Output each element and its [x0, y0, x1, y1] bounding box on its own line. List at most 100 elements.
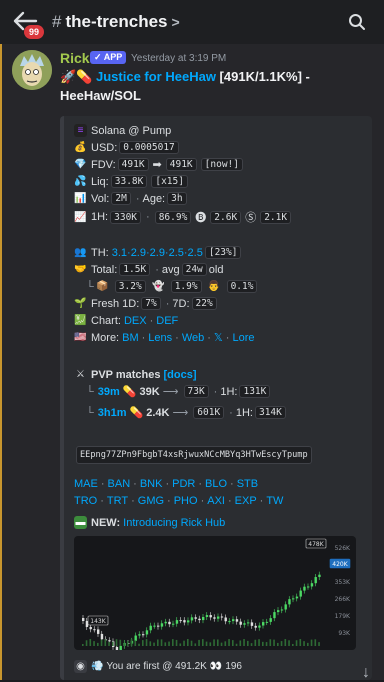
- candle-body: [157, 625, 160, 627]
- arrow-icon: ⟶: [172, 407, 189, 419]
- contract-line: EEpng77ZPn9FbgbT4xsRjwuxNCcMBYq3HTwEscyT…: [74, 446, 314, 464]
- timestamp: Yesterday at 3:19 PM: [131, 53, 227, 64]
- more-links-line: 🇺🇸 More: BM · Lens · Web · 𝕏 · Lore: [74, 331, 255, 345]
- x-link[interactable]: 𝕏: [214, 331, 223, 344]
- dash-icon: 💨: [91, 661, 104, 672]
- candle-body: [168, 621, 171, 625]
- bot-link-tw[interactable]: TW: [266, 495, 283, 507]
- holders-line: └ 📦 3.2% 👻 1.9% 👨 0.1%: [86, 280, 259, 293]
- message-headline: 🚀💊 Justice for HeeHaw [491K/1.1K%] - Hee…: [60, 67, 372, 105]
- bot-link-gmg[interactable]: GMG: [138, 495, 164, 507]
- fdv-from: 491K: [117, 158, 149, 171]
- volume-bar: [85, 640, 88, 646]
- candle-body: [269, 618, 272, 622]
- pvp-ath: 601K: [193, 406, 225, 419]
- candle-body: [239, 621, 242, 625]
- pvp-fdv: 2.4K: [146, 406, 170, 419]
- bot-link-pdr[interactable]: PDR: [172, 478, 195, 490]
- candle-body: [273, 612, 276, 619]
- volume-bar: [277, 642, 279, 646]
- token-link[interactable]: Justice for HeeHaw: [96, 69, 216, 84]
- volume-bar: [82, 644, 84, 646]
- viewer-count: 196: [225, 661, 242, 672]
- fresh7-label: 7D:: [172, 297, 190, 310]
- mention-accent-bar: [0, 44, 2, 680]
- volume-bar: [149, 641, 152, 646]
- dex-link[interactable]: DEX: [124, 315, 147, 327]
- avg-suffix: old: [208, 263, 224, 276]
- volume-bar: [100, 639, 103, 646]
- bot-link-pho[interactable]: PHO: [174, 495, 198, 507]
- web-link[interactable]: Web: [182, 332, 204, 344]
- pvp-age-link[interactable]: 39m: [98, 386, 120, 398]
- bot-link-bnk[interactable]: BNK: [140, 478, 163, 490]
- volume-bar: [243, 639, 245, 646]
- avatar[interactable]: [12, 50, 52, 90]
- bot-link-tro[interactable]: TRO: [74, 495, 97, 507]
- footer-line: ◉ 💨 You are first @ 491.2K 👀 196: [74, 660, 242, 673]
- rick-hub-link[interactable]: Introducing Rick Hub: [123, 517, 225, 529]
- fdv-label: FDV:: [91, 158, 116, 171]
- chart-links-line: 💹 Chart: DEX · DEF: [74, 314, 179, 327]
- username[interactable]: Rick: [60, 50, 90, 66]
- y-tick-label: 93K: [338, 630, 351, 637]
- volume-bar: [142, 640, 144, 646]
- price-label: 143K: [90, 618, 106, 625]
- jump-down-icon[interactable]: ↓: [362, 664, 370, 682]
- volume-bar: [247, 640, 249, 646]
- th-values[interactable]: 3.1·2.9·2.9·2.5·2.5: [112, 247, 203, 259]
- pvp-age-link[interactable]: 3h1m: [98, 407, 127, 419]
- volume-bar: [217, 639, 219, 646]
- volume-bar: [183, 640, 185, 646]
- search-icon[interactable]: [348, 13, 366, 31]
- candle-body: [303, 586, 306, 591]
- computer-icon: ▬: [74, 516, 87, 529]
- lore-link[interactable]: Lore: [232, 332, 254, 344]
- volume-bar: [262, 641, 264, 646]
- candle-body: [295, 596, 299, 599]
- lens-link[interactable]: Lens: [148, 332, 172, 344]
- candle-body: [318, 574, 321, 578]
- pvp-docs-link[interactable]: [docs]: [164, 369, 197, 381]
- water-icon: 💦: [74, 176, 87, 187]
- candle-body: [115, 646, 119, 652]
- volume-bar: [160, 639, 163, 646]
- volume-bar: [284, 639, 287, 646]
- volume-bar: [273, 639, 275, 646]
- contract-address[interactable]: EEpng77ZPn9FbgbT4xsRjwuxNCcMBYq3HTwEscyT…: [76, 446, 312, 464]
- pill-icon: 💊: [129, 407, 144, 419]
- volume-bar: [194, 643, 197, 646]
- candle-body: [205, 615, 209, 617]
- arrow-icon: ⟶: [162, 386, 179, 398]
- volume-bar: [288, 640, 290, 646]
- candle-body: [175, 620, 179, 624]
- new-label: NEW:: [91, 516, 121, 529]
- bot-link-trt[interactable]: TRT: [107, 495, 128, 507]
- bot-link-mae[interactable]: MAE: [74, 478, 98, 490]
- vol-line: 📊 Vol: 2M · Age: 3h: [74, 192, 189, 205]
- bot-link-axi[interactable]: AXI: [207, 495, 225, 507]
- age-label: Age:: [142, 192, 166, 205]
- holder-pct-2: 1.9%: [170, 280, 202, 293]
- bot-link-stb[interactable]: STB: [237, 478, 258, 490]
- bot-link-blo[interactable]: BLO: [205, 478, 227, 490]
- volume-bar: [112, 641, 114, 646]
- candle-body: [134, 635, 137, 641]
- box-icon: 📦: [96, 281, 109, 292]
- channel-title[interactable]: # the-trenches >: [52, 12, 180, 32]
- usd-label: USD:: [91, 141, 118, 154]
- bot-link-ban[interactable]: BAN: [108, 478, 131, 490]
- price-chart[interactable]: 526K420K353K266K179K93K143K478K420K: [74, 536, 356, 655]
- buys-value: 2.6K: [210, 210, 242, 224]
- candle-body: [97, 629, 100, 634]
- th-pct: [23%]: [204, 246, 242, 259]
- def-link[interactable]: DEF: [156, 315, 178, 327]
- bm-link[interactable]: BM: [122, 332, 139, 344]
- money-bag-icon: 💰: [74, 142, 87, 153]
- candle-body: [153, 625, 156, 627]
- h1-line: 📈 1H: 330K · 86.9% 🅑 2.6K Ⓢ 2.1K: [74, 209, 293, 225]
- bot-link-exp[interactable]: EXP: [235, 495, 257, 507]
- volume-bar: [202, 639, 204, 646]
- pvp-row: └ 39m 💊 39K ⟶ 73K · 1H: 131K: [86, 385, 272, 398]
- b-icon: 🅑: [195, 212, 207, 224]
